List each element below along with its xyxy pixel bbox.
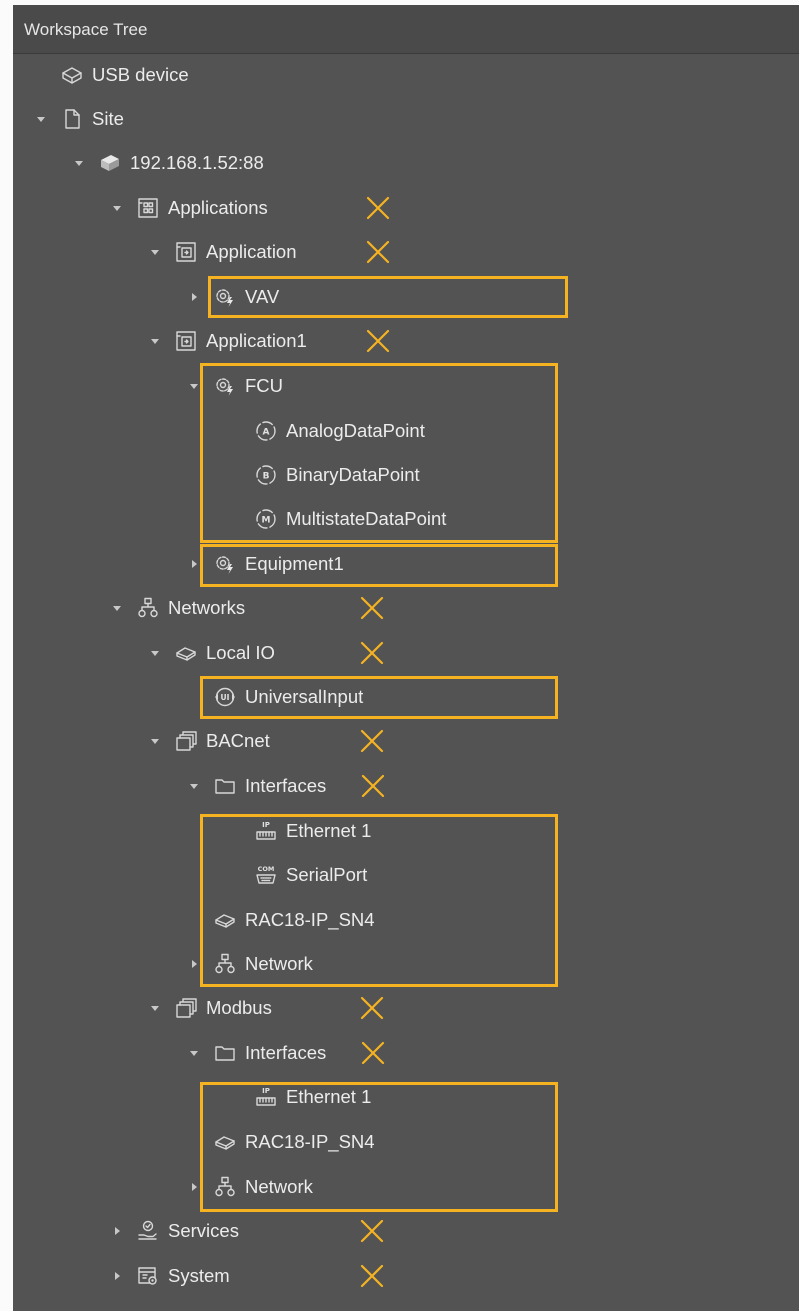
tree-node-label: Application — [206, 241, 297, 262]
applications-icon — [136, 196, 160, 220]
collapse-arrow-icon[interactable] — [148, 734, 162, 748]
cross-mark-icon — [365, 239, 391, 265]
tree-node-applications[interactable]: Applications — [136, 191, 268, 225]
highlight-box-fcu — [200, 363, 558, 543]
collapse-arrow-icon[interactable] — [148, 1001, 162, 1015]
protocol-icon — [174, 996, 198, 1020]
collapse-arrow-icon[interactable] — [187, 379, 201, 393]
tree-node-modbus[interactable]: Modbus — [174, 991, 272, 1025]
highlight-box-bacnet-interfaces — [200, 814, 558, 987]
tree-node-networks[interactable]: Networks — [136, 591, 245, 625]
tree-node-services[interactable]: Services — [136, 1214, 239, 1248]
protocol-icon — [174, 729, 198, 753]
cross-mark-icon — [360, 773, 386, 799]
collapse-arrow-icon[interactable] — [72, 156, 86, 170]
document-icon — [60, 107, 84, 131]
folder-icon — [213, 774, 237, 798]
application-icon — [174, 329, 198, 353]
cross-mark-icon — [365, 195, 391, 221]
tree-node-label: Interfaces — [245, 775, 327, 796]
tree-node-label: 192.168.1.52:88 — [130, 152, 264, 173]
collapse-arrow-icon[interactable] — [187, 1046, 201, 1060]
cross-mark-icon — [359, 640, 385, 666]
highlight-box-universal-input — [200, 676, 558, 719]
network-icon — [136, 596, 160, 620]
tree-node-label: System — [168, 1265, 230, 1286]
tree-node-label: Interfaces — [245, 1042, 327, 1063]
expand-arrow-icon[interactable] — [187, 957, 201, 971]
expand-arrow-icon[interactable] — [187, 1180, 201, 1194]
cross-mark-icon — [359, 1218, 385, 1244]
tree-node-label: USB device — [92, 64, 189, 85]
tree-node-application1[interactable]: Application1 — [174, 324, 307, 358]
tree-node-system[interactable]: System — [136, 1259, 230, 1293]
server-icon — [98, 151, 122, 175]
highlight-box-modbus-interfaces — [200, 1082, 558, 1212]
system-icon — [136, 1264, 160, 1288]
tree-node-server[interactable]: 192.168.1.52:88 — [98, 146, 264, 180]
collapse-arrow-icon[interactable] — [187, 779, 201, 793]
cross-mark-icon — [360, 1040, 386, 1066]
tree-node-label: Site — [92, 108, 124, 129]
tree-node-label: Modbus — [206, 997, 272, 1018]
tree-node-usb[interactable]: USB device — [60, 58, 189, 92]
cross-mark-icon — [359, 995, 385, 1021]
collapse-arrow-icon[interactable] — [148, 334, 162, 348]
tree-node-label: Application1 — [206, 330, 307, 351]
cross-mark-icon — [365, 328, 391, 354]
collapse-arrow-icon[interactable] — [110, 201, 124, 215]
collapse-arrow-icon[interactable] — [34, 112, 48, 126]
application-icon — [174, 240, 198, 264]
expand-arrow-icon[interactable] — [110, 1269, 124, 1283]
tree-node-label: Services — [168, 1220, 239, 1241]
usb-device-icon — [60, 63, 84, 87]
cross-mark-icon — [359, 728, 385, 754]
tree-node-label: Local IO — [206, 642, 275, 663]
panel-title: Workspace Tree — [24, 20, 148, 39]
expand-arrow-icon[interactable] — [187, 557, 201, 571]
expand-arrow-icon[interactable] — [187, 290, 201, 304]
cross-mark-icon — [359, 1263, 385, 1289]
tree-node-localio[interactable]: Local IO — [174, 636, 275, 670]
tree-node-bacnet-interfaces[interactable]: Interfaces — [213, 769, 326, 803]
tree-node-label: Applications — [168, 197, 268, 218]
tree-node-application[interactable]: Application — [174, 235, 297, 269]
tree-node-modbus-interfaces[interactable]: Interfaces — [213, 1036, 326, 1070]
folder-icon — [213, 1041, 237, 1065]
collapse-arrow-icon[interactable] — [148, 646, 162, 660]
tree-node-site[interactable]: Site — [60, 102, 124, 136]
cross-mark-icon — [359, 595, 385, 621]
collapse-arrow-icon[interactable] — [110, 601, 124, 615]
highlight-box-vav — [208, 276, 568, 318]
services-icon — [136, 1219, 160, 1243]
highlight-box-equipment1 — [200, 544, 558, 587]
tree-node-bacnet[interactable]: BACnet — [174, 724, 270, 758]
expand-arrow-icon[interactable] — [110, 1224, 124, 1238]
collapse-arrow-icon[interactable] — [148, 245, 162, 259]
tree-node-label: Networks — [168, 597, 246, 618]
device-icon — [174, 641, 198, 665]
tree-node-label: BACnet — [206, 730, 270, 751]
